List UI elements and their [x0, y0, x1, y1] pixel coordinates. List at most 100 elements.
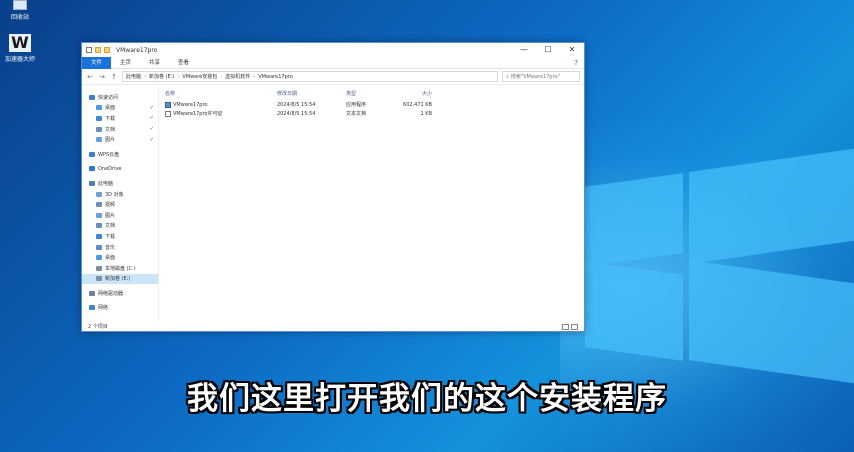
- desktop-icon-wps[interactable]: W 加速器大师: [0, 34, 40, 64]
- chevron-right-icon: ›: [177, 73, 180, 80]
- nav-item-icon: [96, 115, 102, 121]
- breadcrumb[interactable]: 此电脑 › 新加卷 (E:) › VMware安装包 › 虚拟机软件 › VMw…: [122, 71, 498, 82]
- nav-item[interactable]: 桌面: [82, 252, 158, 263]
- column-type[interactable]: 类型: [346, 90, 396, 97]
- tab-view[interactable]: 查看: [169, 57, 198, 69]
- minimize-button[interactable]: —: [512, 43, 536, 57]
- details-view-icon[interactable]: [562, 323, 569, 330]
- nav-item[interactable]: WPS云盘: [82, 149, 158, 160]
- nav-item[interactable]: 文档: [82, 221, 158, 232]
- navigation-pane: 快速访问 桌面 ✔ 下载 ✔ 文档 ✔ 图片 ✔ WPS云盘 OneDrive 此电脑 3D 对象 视频图…: [82, 86, 159, 322]
- file-size: 1 KB: [420, 110, 432, 117]
- nav-item[interactable]: 新加卷 (E:): [82, 273, 158, 285]
- nav-item-label: 新加卷 (E:): [105, 276, 131, 283]
- item-count: 2 个项目: [88, 324, 108, 330]
- chevron-right-icon: ›: [220, 73, 223, 80]
- file-size: 602,471 KB: [403, 101, 432, 108]
- breadcrumb-folder[interactable]: VMware安装包: [182, 73, 217, 80]
- back-button[interactable]: ←: [86, 73, 94, 81]
- nav-item[interactable]: 本地磁盘 (C:): [82, 263, 158, 274]
- nav-item-icon: [96, 137, 102, 143]
- file-explorer-window: VMware17pro — ☐ ✕ 文件 主页 共享 查看 ? ← → ↑ 此电…: [81, 42, 585, 332]
- tab-share[interactable]: 共享: [140, 57, 169, 69]
- search-placeholder: 搜索"VMware17pro": [510, 74, 560, 80]
- nav-item-label: 3D 对象: [105, 191, 124, 198]
- nav-item-icon: [96, 212, 102, 218]
- recycle-bin-icon: [13, 0, 27, 10]
- file-row[interactable]: VMware17pro 2024/8/5 15:54 应用程序 602,471 …: [159, 100, 584, 109]
- nav-item-icon: [96, 105, 102, 111]
- pin-icon: ✔: [149, 136, 154, 143]
- file-row[interactable]: VMware17pro许可证 2024/8/5 15:54 文本文档 1 KB: [159, 109, 584, 118]
- exe-icon: [165, 101, 171, 108]
- large-icons-view-icon[interactable]: [571, 323, 578, 330]
- nav-item[interactable]: 视频: [82, 199, 158, 210]
- breadcrumb-folder[interactable]: 虚拟机软件: [225, 73, 250, 80]
- column-name[interactable]: 名称: [165, 90, 277, 97]
- nav-item-label: 下载: [105, 115, 116, 122]
- title-bar: VMware17pro — ☐ ✕: [82, 43, 584, 57]
- nav-item-label: 文档: [105, 126, 116, 133]
- new-folder-icon[interactable]: [95, 47, 101, 53]
- up-button[interactable]: ↑: [110, 73, 118, 81]
- properties-icon[interactable]: [86, 47, 92, 53]
- nav-item[interactable]: 下载: [82, 231, 158, 242]
- nav-item-label: 桌面: [105, 255, 116, 262]
- nav-item-label: 桌面: [105, 105, 116, 112]
- toolbar-folder-icon[interactable]: [104, 47, 110, 53]
- nav-item-icon: [96, 126, 102, 132]
- help-icon[interactable]: ?: [574, 59, 578, 67]
- nav-item-label: WPS云盘: [98, 151, 120, 158]
- nav-item[interactable]: 网络驱动器: [82, 288, 158, 299]
- search-icon: ⌕: [506, 73, 509, 80]
- nav-item-icon: [89, 180, 95, 186]
- nav-item-icon: [96, 233, 102, 239]
- nav-item[interactable]: 桌面 ✔: [82, 103, 158, 114]
- nav-item-label: 音乐: [105, 244, 116, 251]
- column-headers: 名称 修改日期 类型 大小: [159, 86, 584, 100]
- pin-icon: ✔: [149, 104, 154, 111]
- nav-item[interactable]: 图片 ✔: [82, 134, 158, 145]
- nav-item[interactable]: 此电脑: [82, 178, 158, 189]
- nav-item-label: OneDrive: [98, 165, 122, 172]
- column-size[interactable]: 大小: [396, 90, 432, 97]
- nav-item-icon: [89, 151, 95, 157]
- nav-item-label: 图片: [105, 212, 116, 219]
- nav-item-icon: [96, 202, 102, 208]
- nav-item[interactable]: 3D 对象: [82, 189, 158, 200]
- nav-item-label: 快速访问: [98, 94, 119, 101]
- nav-item[interactable]: OneDrive: [82, 164, 158, 175]
- file-list: 名称 修改日期 类型 大小 VMware17pro 2024/8/5 15:54…: [159, 86, 584, 322]
- nav-item-icon: [96, 244, 102, 250]
- nav-item-label: 下载: [105, 233, 116, 240]
- nav-item[interactable]: 文档 ✔: [82, 124, 158, 135]
- nav-item-label: 本地磁盘 (C:): [105, 265, 136, 272]
- column-date[interactable]: 修改日期: [277, 90, 346, 97]
- tab-file[interactable]: 文件: [82, 56, 112, 69]
- chevron-right-icon: ›: [144, 73, 147, 80]
- breadcrumb-current[interactable]: VMware17pro: [258, 74, 292, 80]
- chevron-right-icon: ›: [253, 73, 256, 80]
- nav-item-icon: [89, 166, 95, 172]
- nav-item[interactable]: 音乐: [82, 242, 158, 253]
- tab-home[interactable]: 主页: [111, 57, 140, 69]
- file-name: VMware17pro许可证: [173, 111, 223, 117]
- forward-button[interactable]: →: [98, 73, 106, 81]
- nav-item[interactable]: 网络: [82, 303, 158, 314]
- close-button[interactable]: ✕: [560, 43, 584, 57]
- txt-icon: [165, 110, 171, 117]
- nav-item[interactable]: 快速访问: [82, 92, 158, 103]
- search-input[interactable]: ⌕ 搜索"VMware17pro": [502, 71, 580, 82]
- nav-item-icon: [89, 290, 95, 296]
- maximize-button[interactable]: ☐: [536, 43, 560, 57]
- file-name: VMware17pro: [173, 101, 208, 108]
- file-date: 2024/8/5 15:54: [277, 101, 316, 108]
- breadcrumb-this-pc[interactable]: 此电脑: [126, 73, 141, 80]
- nav-item-icon: [96, 265, 102, 271]
- breadcrumb-drive[interactable]: 新加卷 (E:): [149, 73, 174, 80]
- desktop-icon-label: 加速器大师: [4, 56, 35, 63]
- nav-item[interactable]: 下载 ✔: [82, 113, 158, 124]
- nav-item[interactable]: 图片: [82, 210, 158, 221]
- file-type: 应用程序: [346, 102, 367, 108]
- desktop-icon-recycle-bin[interactable]: 回收站: [0, 0, 40, 21]
